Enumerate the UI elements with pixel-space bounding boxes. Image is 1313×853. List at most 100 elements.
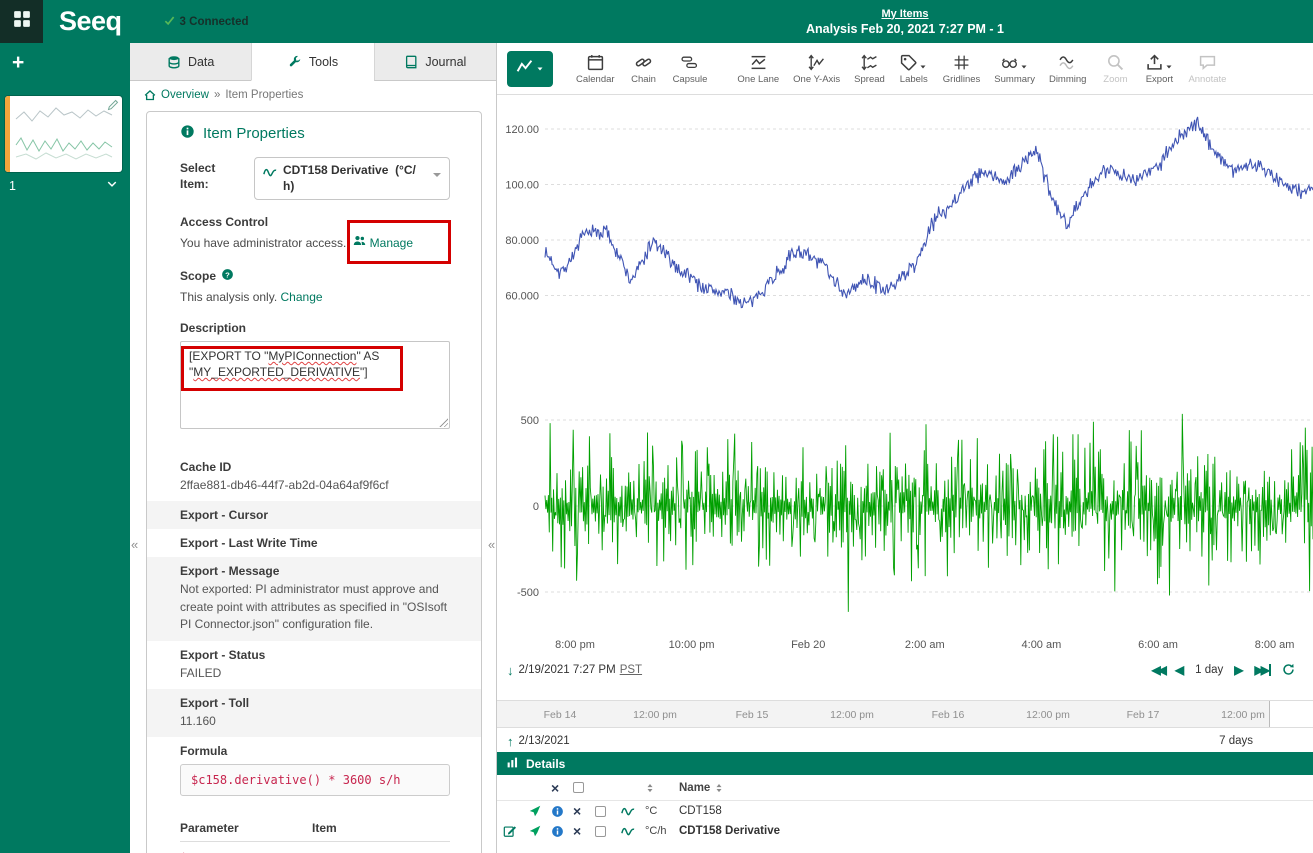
property-value: 11.160 xyxy=(180,713,450,730)
send-to-asset-icon[interactable] xyxy=(529,825,551,837)
signal-icon xyxy=(621,804,645,818)
home-icon[interactable] xyxy=(144,89,156,101)
select-all-checkbox[interactable] xyxy=(573,782,595,793)
toolbar-label: Spread xyxy=(854,74,885,85)
property-row: Export - MessageNot exported: PI adminis… xyxy=(147,557,481,640)
svg-text:100.00: 100.00 xyxy=(505,180,539,192)
database-icon xyxy=(167,55,181,69)
remove-all-button[interactable]: × xyxy=(551,781,573,795)
signal-icon xyxy=(263,165,277,179)
svg-text:4:00 am: 4:00 am xyxy=(1022,639,1062,651)
remove-item-icon[interactable]: × xyxy=(573,804,595,818)
investigate-duration[interactable]: 7 days xyxy=(1219,735,1253,747)
worksheet-thumbnail[interactable] xyxy=(5,96,122,172)
timezone-link[interactable]: PST xyxy=(620,664,642,676)
server-status[interactable]: 3 Connected xyxy=(164,15,249,29)
timeline-tick-label: 12:00 pm xyxy=(1221,709,1265,721)
display-range-start[interactable]: 2/19/2021 7:27 PM xyxy=(519,664,616,676)
trend-chart[interactable]: 120.00100.0080.00060.0005000-5008:00 pm1… xyxy=(497,95,1313,653)
help-icon[interactable]: ? xyxy=(221,268,234,284)
property-label: Export - Message xyxy=(180,564,450,578)
refresh-icon[interactable] xyxy=(1282,663,1295,678)
description-label: Description xyxy=(180,321,450,335)
investigate-timeline[interactable]: Feb 1412:00 pmFeb 1512:00 pmFeb 1612:00 … xyxy=(497,700,1313,728)
formula-label: Formula xyxy=(180,744,450,758)
details-row[interactable]: × °C/hCDT158 Derivative xyxy=(497,821,1313,841)
scope-change-link[interactable]: Change xyxy=(281,289,323,306)
property-row: Export - StatusFAILED xyxy=(147,641,481,689)
item-info-icon[interactable] xyxy=(551,805,573,818)
collapse-panel-left-handle[interactable]: « xyxy=(131,537,138,552)
send-to-asset-icon[interactable] xyxy=(529,805,551,817)
timeline-tick-label: 12:00 pm xyxy=(633,709,677,721)
top-bar: Seeq 3 Connected My Items Analysis Feb 2… xyxy=(0,0,1313,43)
tab-tools[interactable]: Tools xyxy=(251,43,373,81)
timeline-tick-label: 12:00 pm xyxy=(830,709,874,721)
toolbar-label: Export xyxy=(1146,74,1173,85)
edit-worksheet-icon[interactable] xyxy=(107,98,119,116)
svg-text:0: 0 xyxy=(533,501,539,513)
timeline-tick-label: 12:00 pm xyxy=(1026,709,1070,721)
chevron-down-icon[interactable] xyxy=(106,178,118,193)
range-steppers: ◀◀ ◀ 1 day ▶ ▶▶ xyxy=(1151,663,1303,678)
tab-journal[interactable]: Journal xyxy=(374,43,496,81)
formula-code[interactable]: $c158.derivative() * 3600 s/h xyxy=(180,764,450,796)
row-checkbox[interactable] xyxy=(595,806,621,817)
step-to-end-button[interactable]: ▶▶ xyxy=(1255,664,1271,676)
timeline-tick-label: Feb 17 xyxy=(1127,709,1160,721)
row-checkbox[interactable] xyxy=(595,826,621,837)
remove-item-icon[interactable]: × xyxy=(573,824,595,838)
tab-data[interactable]: Data xyxy=(130,43,251,81)
toolbar-gridlines-button[interactable]: Gridlines xyxy=(936,46,988,92)
sort-icon[interactable] xyxy=(645,783,655,793)
investigate-start[interactable]: 2/13/2021 xyxy=(519,735,570,747)
my-items-link[interactable]: My Items xyxy=(881,8,928,20)
toolbar-one-y-axis-button[interactable]: One Y-Axis xyxy=(786,46,847,92)
description-textarea[interactable]: [EXPORT TO "MyPIConnection" AS "MY_EXPOR… xyxy=(180,341,450,429)
timeline-tick-label: Feb 14 xyxy=(544,709,577,721)
export-icon xyxy=(1146,53,1173,71)
svg-text:6:00 am: 6:00 am xyxy=(1138,639,1178,651)
uom-label: °C/h xyxy=(645,825,679,837)
step-back-button[interactable]: ◀ xyxy=(1175,664,1184,676)
toolbar-one-lane-button[interactable]: One Lane xyxy=(730,46,786,92)
item-name[interactable]: CDT158 Derivative xyxy=(679,825,1313,837)
manage-access-link[interactable]: Manage xyxy=(353,234,413,252)
details-row[interactable]: ×°CCDT158 xyxy=(497,801,1313,821)
toolbar-spread-button[interactable]: Spread xyxy=(847,46,892,92)
collapse-panel-right-handle[interactable]: « xyxy=(488,537,495,552)
toolbar-labels-button[interactable]: Labels xyxy=(892,46,936,92)
toolbar-chain-button[interactable]: Chain xyxy=(622,46,666,92)
item-column-header: Item xyxy=(312,817,450,842)
property-row: Export - Toll11.160 xyxy=(147,689,481,737)
app-menu-button[interactable] xyxy=(0,0,43,43)
svg-text:?: ? xyxy=(225,270,230,279)
toolbar-label: One Lane xyxy=(737,74,779,85)
tab-tools-label: Tools xyxy=(309,55,338,69)
add-worksheet-button[interactable]: + xyxy=(12,51,34,75)
step-back-full-button[interactable]: ◀◀ xyxy=(1151,664,1163,676)
edit-item-icon[interactable] xyxy=(503,824,529,838)
parameter-item-link[interactable]: CDT158 xyxy=(312,842,450,853)
svg-text:60.000: 60.000 xyxy=(505,291,539,303)
details-panel-header[interactable]: Details xyxy=(497,752,1313,775)
toolbar-calendar-button[interactable]: Calendar xyxy=(569,46,622,92)
item-name[interactable]: CDT158 xyxy=(679,805,1313,817)
chevron-down-icon xyxy=(433,173,441,181)
toolbar-summary-button[interactable]: Summary xyxy=(987,46,1042,92)
toolbar-dimming-button[interactable]: Dimming xyxy=(1042,46,1093,92)
breadcrumb-overview-link[interactable]: Overview xyxy=(161,89,209,101)
display-range-selection[interactable] xyxy=(1269,701,1313,727)
toolbar-export-button[interactable]: Export xyxy=(1137,46,1181,92)
item-select-dropdown[interactable]: CDT158 Derivative (°C/h) xyxy=(254,157,450,200)
thumbnail-sketch xyxy=(14,99,118,169)
worksheet-view-button[interactable] xyxy=(507,51,553,87)
panel-heading: Item Properties xyxy=(203,125,305,142)
duration-label[interactable]: 1 day xyxy=(1195,664,1223,676)
toolbar-capsule-button[interactable]: Capsule xyxy=(666,46,715,92)
step-forward-button[interactable]: ▶ xyxy=(1234,664,1243,676)
item-info-icon[interactable] xyxy=(551,825,573,838)
name-column-header[interactable]: Name xyxy=(679,782,1313,794)
worksheet-number: 1 xyxy=(9,179,16,193)
sort-icon[interactable] xyxy=(714,783,724,793)
